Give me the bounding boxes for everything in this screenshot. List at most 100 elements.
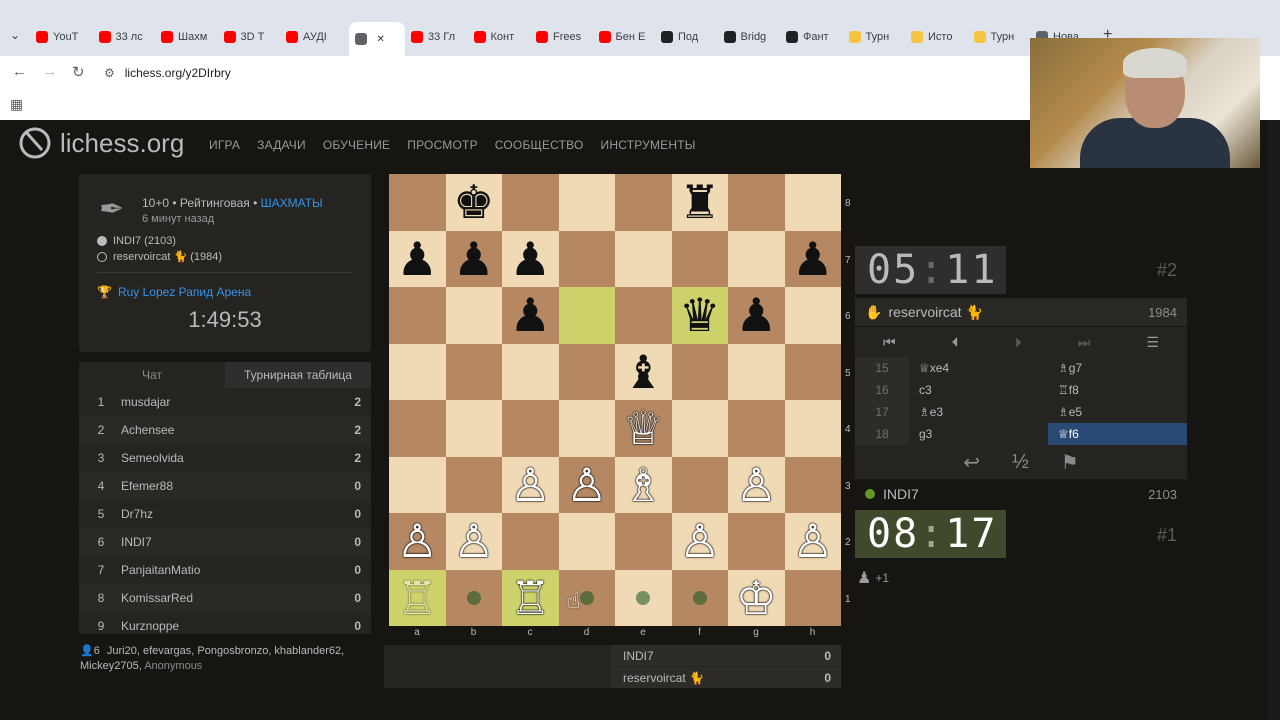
apps-grid-icon[interactable]: ▦ (10, 96, 23, 113)
black-move[interactable]: ♖f8 (1048, 379, 1187, 401)
prev-move-icon[interactable]: ⏴ (952, 334, 959, 351)
black-bishop-icon[interactable]: ♝ (615, 344, 672, 401)
tournament-link[interactable]: Ruy Lopez Рапид Арена (118, 285, 251, 299)
square-h5[interactable] (784, 343, 841, 400)
black-player-link[interactable]: reservoircat 🐈 (1984) (113, 250, 222, 263)
square-h8[interactable] (784, 174, 841, 231)
white-king-icon[interactable]: ♔ (728, 570, 785, 627)
square-g8[interactable] (728, 174, 785, 231)
square-a8[interactable] (389, 174, 446, 231)
move-destination-dot[interactable] (579, 590, 594, 605)
white-move[interactable]: ♕xe4 (909, 357, 1048, 379)
white-pawn-icon[interactable]: ♙ (672, 513, 729, 570)
standings-row[interactable]: 5 Dr7hz 0 (79, 500, 371, 528)
browser-tab[interactable]: 33 лс (98, 26, 151, 48)
black-pawn-icon[interactable]: ♟ (728, 287, 785, 344)
square-f3[interactable] (671, 456, 728, 513)
browser-tab[interactable]: АУДІ (286, 26, 338, 48)
square-d5[interactable] (558, 343, 615, 400)
square-g4[interactable] (728, 400, 785, 457)
nav-item[interactable]: ОБУЧЕНИЕ (323, 138, 390, 152)
site-info-icon[interactable]: ⚙ (104, 66, 115, 80)
square-c2[interactable] (502, 513, 559, 570)
black-move[interactable]: ♕f6 (1048, 423, 1187, 445)
square-d7[interactable] (558, 230, 615, 287)
browser-tab[interactable]: Под (661, 26, 713, 48)
tab-chat[interactable]: Чат (79, 362, 225, 388)
nav-item[interactable]: СООБЩЕСТВО (495, 138, 584, 152)
variant-link[interactable]: ШАХМАТЫ (261, 196, 323, 210)
white-move[interactable]: ♗e3 (909, 401, 1048, 423)
square-g5[interactable] (728, 343, 785, 400)
white-pawn-icon[interactable]: ♙ (389, 513, 446, 570)
square-f4[interactable] (671, 400, 728, 457)
draw-offer-icon[interactable]: ½ (1012, 451, 1029, 474)
square-a6[interactable] (389, 287, 446, 344)
square-e6[interactable] (615, 287, 672, 344)
browser-tab[interactable]: Турн (848, 26, 901, 48)
browser-tab[interactable]: Конт (473, 26, 526, 48)
first-move-icon[interactable]: ⏮ (883, 334, 896, 351)
black-pawn-icon[interactable]: ♟ (502, 231, 559, 288)
standings-row[interactable]: 1 musdajar 2 (79, 388, 371, 416)
white-move[interactable]: g3 (909, 423, 1048, 445)
nav-item[interactable]: ИНСТРУМЕНТЫ (601, 138, 696, 152)
black-rook-icon[interactable]: ♜ (672, 174, 729, 231)
square-b4[interactable] (445, 400, 502, 457)
square-c4[interactable] (502, 400, 559, 457)
black-pawn-icon[interactable]: ♟ (389, 231, 446, 288)
tab-close-icon[interactable]: ✕ (377, 34, 385, 45)
black-move[interactable]: ♗g7 (1048, 357, 1187, 379)
square-h6[interactable] (784, 287, 841, 344)
square-c8[interactable] (502, 174, 559, 231)
standings-row[interactable]: 9 Kurznoppe 0 (79, 612, 371, 634)
white-move[interactable]: c3 (909, 379, 1048, 401)
player-name[interactable]: INDI7 (883, 486, 919, 502)
nav-item[interactable]: ЗАДАЧИ (257, 138, 306, 152)
browser-tab[interactable]: 3D Т (223, 26, 276, 48)
browser-tab[interactable]: Бен Е (598, 26, 651, 48)
square-f7[interactable] (671, 230, 728, 287)
square-a4[interactable] (389, 400, 446, 457)
square-d6[interactable] (558, 287, 615, 344)
opponent-name[interactable]: reservoircat 🐈 (888, 304, 982, 321)
black-pawn-icon[interactable]: ♟ (446, 231, 503, 288)
square-h1[interactable] (784, 569, 841, 626)
tab-standings[interactable]: Турнирная таблица (225, 362, 371, 388)
square-d2[interactable] (558, 513, 615, 570)
browser-tab[interactable]: YouT (36, 26, 88, 48)
white-pawn-icon[interactable]: ♙ (728, 457, 785, 514)
standings-row[interactable]: 4 Efemer88 0 (79, 472, 371, 500)
move-destination-dot[interactable] (466, 590, 481, 605)
square-b3[interactable] (445, 456, 502, 513)
back-icon[interactable]: ← (12, 63, 27, 80)
square-e8[interactable] (615, 174, 672, 231)
move-destination-dot[interactable] (692, 590, 707, 605)
square-b6[interactable] (445, 287, 502, 344)
square-g2[interactable] (728, 513, 785, 570)
white-rook-icon[interactable]: ♖ (389, 570, 446, 627)
tab-list-icon[interactable]: ⌄ (10, 28, 20, 42)
browser-tab[interactable]: Фант (786, 26, 838, 48)
white-pawn-icon[interactable]: ♙ (785, 513, 842, 570)
browser-tab[interactable]: 33 Гл (411, 26, 463, 48)
browser-tab[interactable]: Frees (536, 26, 588, 48)
standings-row[interactable]: 7 PanjaitanMatio 0 (79, 556, 371, 584)
square-f5[interactable] (671, 343, 728, 400)
black-pawn-icon[interactable]: ♟ (785, 231, 842, 288)
square-d8[interactable] (558, 174, 615, 231)
square-e7[interactable] (615, 230, 672, 287)
next-move-icon[interactable]: ⏵ (1015, 334, 1022, 351)
browser-tab[interactable]: ✕ (348, 22, 405, 56)
move-destination-dot[interactable] (636, 590, 651, 605)
browser-tab[interactable]: Турн (973, 26, 1026, 48)
square-b5[interactable] (445, 343, 502, 400)
standings-row[interactable]: 2 Achensee 2 (79, 416, 371, 444)
standings-row[interactable]: 3 Semeolvida 2 (79, 444, 371, 472)
nav-item[interactable]: ИГРА (209, 138, 240, 152)
reload-icon[interactable]: ↻ (72, 63, 85, 81)
white-pawn-icon[interactable]: ♙ (502, 457, 559, 514)
takeback-icon[interactable]: ↩ (963, 450, 980, 475)
white-player-link[interactable]: INDI7 (2103) (113, 235, 176, 247)
square-a3[interactable] (389, 456, 446, 513)
